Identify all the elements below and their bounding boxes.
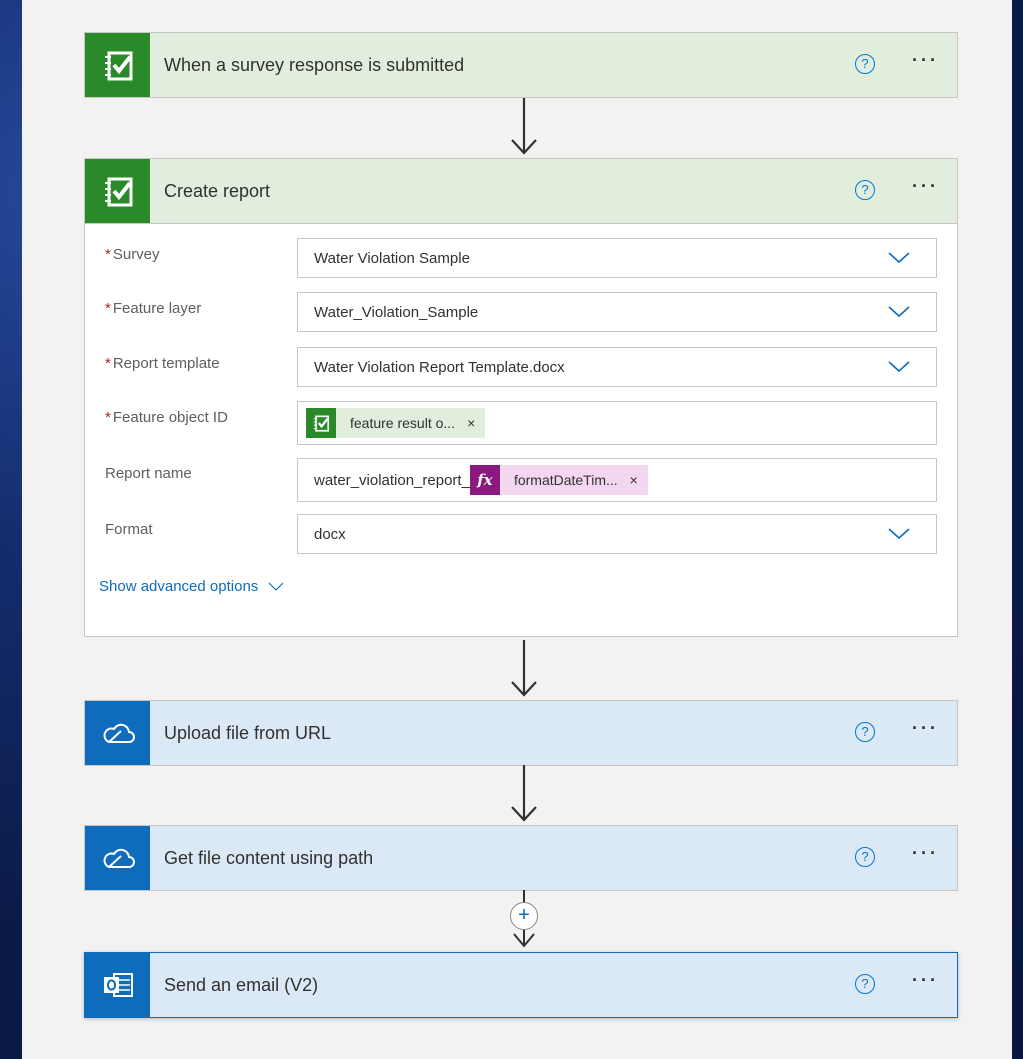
- step-card-send-email[interactable]: Send an email (V2) ? ···: [84, 952, 958, 1018]
- remove-token-icon[interactable]: ×: [630, 472, 638, 488]
- help-icon[interactable]: ?: [855, 847, 875, 867]
- token-label: formatDateTim...: [513, 472, 618, 488]
- survey-icon: [85, 159, 150, 223]
- report-template-value: Water Violation Report Template.docx: [314, 358, 565, 376]
- advanced-label: Show advanced options: [99, 578, 259, 595]
- chevron-down-icon: [888, 528, 910, 540]
- more-options-icon[interactable]: ···: [912, 718, 939, 739]
- step-title: Upload file from URL: [164, 722, 332, 743]
- arrow-down-icon: [511, 765, 537, 822]
- report-name-label: Report name: [105, 465, 192, 482]
- feature-object-id-label: * Feature object ID: [105, 409, 228, 426]
- remove-token-icon[interactable]: ×: [467, 415, 475, 431]
- step-header[interactable]: Upload file from URL ? ···: [85, 701, 957, 765]
- step-title: When a survey response is submitted: [164, 54, 465, 75]
- format-value: docx: [314, 525, 346, 543]
- report-template-label: * Report template: [105, 355, 220, 372]
- step-card-create-report[interactable]: Create report ? ··· * Survey Water Violat…: [84, 158, 958, 637]
- show-advanced-options-link[interactable]: Show advanced options: [99, 578, 284, 595]
- help-icon[interactable]: ?: [855, 722, 875, 742]
- step-header[interactable]: Get file content using path ? ···: [85, 826, 957, 890]
- more-options-icon[interactable]: ···: [912, 50, 939, 71]
- onedrive-icon: [85, 826, 150, 890]
- fx-icon: fx: [469, 465, 500, 495]
- more-options-icon[interactable]: ···: [912, 970, 939, 991]
- flow-canvas: When a survey response is submitted ? ··…: [22, 0, 1012, 1059]
- feature-layer-label: * Feature layer: [105, 300, 202, 317]
- step-header[interactable]: Create report ? ···: [85, 159, 957, 223]
- expression-token[interactable]: fx formatDateTim... ×: [469, 465, 648, 495]
- arrow-down-icon: [511, 98, 537, 155]
- format-dropdown[interactable]: docx: [297, 514, 937, 554]
- survey-icon: [306, 408, 336, 438]
- report-name-input[interactable]: water_violation_report_ fx formatDateTim…: [297, 458, 937, 502]
- help-icon[interactable]: ?: [855, 180, 875, 200]
- survey-label: * Survey: [105, 246, 160, 263]
- step-header[interactable]: When a survey response is submitted ? ··…: [85, 33, 957, 97]
- report-template-dropdown[interactable]: Water Violation Report Template.docx: [297, 347, 937, 387]
- step-title: Create report: [164, 180, 271, 201]
- report-name-prefix: water_violation_report_: [314, 471, 470, 489]
- survey-value: Water Violation Sample: [314, 249, 470, 267]
- step-title: Send an email (V2): [164, 974, 319, 995]
- more-options-icon[interactable]: ···: [912, 843, 939, 864]
- chevron-down-icon: [888, 361, 910, 373]
- add-step-button[interactable]: +: [510, 902, 538, 930]
- help-icon[interactable]: ?: [855, 974, 875, 994]
- token-label: feature result o...: [350, 415, 456, 431]
- outlook-icon: [85, 953, 150, 1017]
- step-header[interactable]: Send an email (V2) ? ···: [85, 953, 957, 1017]
- chevron-down-icon: [888, 306, 910, 318]
- survey-icon: [85, 33, 150, 97]
- feature-object-id-input[interactable]: feature result o... ×: [297, 401, 937, 445]
- feature-layer-dropdown[interactable]: Water_Violation_Sample: [297, 292, 937, 332]
- survey-dropdown[interactable]: Water Violation Sample: [297, 238, 937, 278]
- format-label: Format: [105, 521, 153, 538]
- onedrive-icon: [85, 701, 150, 765]
- chevron-down-icon: [268, 582, 284, 591]
- step-card-upload-file[interactable]: Upload file from URL ? ···: [84, 700, 958, 766]
- arrow-down-icon: [511, 640, 537, 697]
- step-title: Get file content using path: [164, 847, 374, 868]
- step-card-survey-trigger[interactable]: When a survey response is submitted ? ··…: [84, 32, 958, 98]
- dynamic-content-token[interactable]: feature result o... ×: [306, 408, 486, 438]
- step-card-get-file-content[interactable]: Get file content using path ? ···: [84, 825, 958, 891]
- step-form: * Survey Water Violation Sample * Feature …: [85, 223, 957, 636]
- more-options-icon[interactable]: ···: [912, 176, 939, 197]
- chevron-down-icon: [888, 252, 910, 264]
- help-icon[interactable]: ?: [855, 54, 875, 74]
- feature-layer-value: Water_Violation_Sample: [314, 303, 479, 321]
